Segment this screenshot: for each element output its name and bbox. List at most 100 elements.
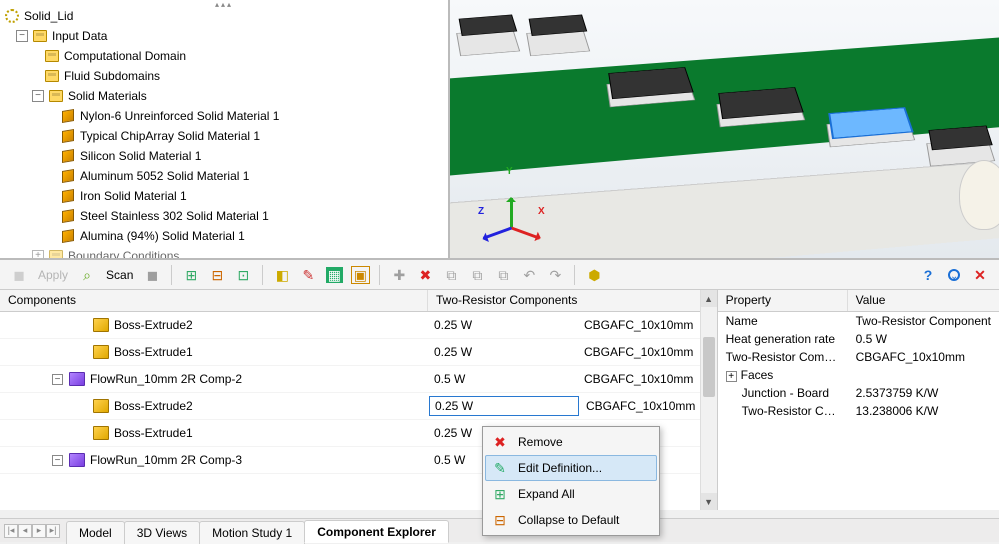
- power-cell[interactable]: 0.25 W: [428, 318, 578, 332]
- property-row[interactable]: Junction - Board2.5373759 K/W: [718, 384, 999, 402]
- tree-tool-1[interactable]: ⊞: [180, 264, 202, 286]
- filter-2[interactable]: ✎: [297, 264, 319, 286]
- tree-item-computational-domain[interactable]: Computational Domain: [4, 46, 444, 66]
- tree-label: Aluminum 5052 Solid Material 1: [80, 169, 249, 183]
- tree-item-solid-materials[interactable]: − Solid Materials: [4, 86, 444, 106]
- tree-item-material[interactable]: Aluminum 5052 Solid Material 1: [4, 166, 444, 186]
- tab-3d-views[interactable]: 3D Views: [124, 521, 200, 544]
- tree-item-material[interactable]: Alumina (94%) Solid Material 1: [4, 226, 444, 246]
- component-type-cell[interactable]: CBGAFC_10x10mm: [580, 399, 717, 413]
- tree-item-material[interactable]: Steel Stainless 302 Solid Material 1: [4, 206, 444, 226]
- property-row[interactable]: NameTwo-Resistor Component: [718, 312, 999, 330]
- chip-component[interactable]: [530, 10, 585, 40]
- package-button[interactable]: ⬢: [583, 264, 605, 286]
- ctx-collapse-default[interactable]: ⊟ Collapse to Default: [485, 507, 657, 533]
- help-button[interactable]: ?: [917, 264, 939, 286]
- chip-component[interactable]: [930, 120, 990, 155]
- delete-button[interactable]: ✖: [414, 264, 436, 286]
- chip-component[interactable]: [610, 60, 690, 105]
- vertical-scrollbar[interactable]: ▲ ▼: [700, 290, 717, 510]
- property-row[interactable]: Heat generation rate0.5 W: [718, 330, 999, 348]
- collapse-panel-button[interactable]: ⌄: [943, 264, 965, 286]
- feature-tree[interactable]: Solid_Lid − Input Data Computational Dom…: [0, 0, 448, 258]
- filter-3[interactable]: ▦: [323, 264, 345, 286]
- tree-tool-3[interactable]: ⊡: [232, 264, 254, 286]
- property-row[interactable]: Two-Resistor ComponentCBGAFC_10x10mm: [718, 348, 999, 366]
- table-row[interactable]: Boss-Extrude20.25 WCBGAFC_10x10mm: [0, 312, 717, 339]
- tree-tool-2[interactable]: ⊟: [206, 264, 228, 286]
- col-property[interactable]: Property: [718, 290, 848, 311]
- tab-model[interactable]: Model: [66, 521, 125, 544]
- 3d-viewport[interactable]: Y X Z: [450, 0, 999, 258]
- property-row[interactable]: Two-Resistor Compone13.238006 K/W: [718, 402, 999, 420]
- scan-button[interactable]: Scan: [102, 268, 137, 282]
- extrude-icon: [93, 426, 109, 440]
- filter-1[interactable]: ◧: [271, 264, 293, 286]
- property-body[interactable]: NameTwo-Resistor ComponentHeat generatio…: [718, 312, 999, 420]
- ctx-expand-all[interactable]: ⊞ Expand All: [485, 481, 657, 507]
- component-type-cell[interactable]: CBGAFC_10x10mm: [578, 372, 717, 386]
- expander-icon[interactable]: +: [726, 371, 737, 382]
- property-value[interactable]: Two-Resistor Component: [848, 313, 999, 329]
- tab-last-icon[interactable]: ▸|: [46, 524, 60, 538]
- table-row[interactable]: −FlowRun_10mm 2R Comp-20.5 WCBGAFC_10x10…: [0, 366, 717, 393]
- ctx-remove[interactable]: ✖ Remove: [485, 429, 657, 455]
- component-type-cell[interactable]: CBGAFC_10x10mm: [578, 345, 717, 359]
- row-toggle: [76, 347, 87, 358]
- tab-component-explorer[interactable]: Component Explorer: [304, 520, 449, 543]
- property-value[interactable]: [848, 374, 999, 376]
- row-toggle[interactable]: −: [52, 374, 63, 385]
- tree-item-input-data[interactable]: − Input Data: [4, 26, 444, 46]
- separator: [262, 265, 263, 285]
- close-panel-button[interactable]: ✕: [969, 264, 991, 286]
- power-cell[interactable]: 0.5 W: [428, 372, 578, 386]
- chip-component[interactable]: [460, 10, 515, 40]
- scroll-up-icon[interactable]: ▲: [701, 290, 717, 307]
- chip-component[interactable]: [720, 80, 800, 125]
- tree-item-boundary[interactable]: + Boundary Conditions: [4, 246, 444, 258]
- tree-item-root[interactable]: Solid_Lid: [4, 6, 444, 26]
- tree-item-material[interactable]: Silicon Solid Material 1: [4, 146, 444, 166]
- ctx-edit-definition[interactable]: ✎ Edit Definition...: [485, 455, 657, 481]
- row-toggle[interactable]: −: [52, 455, 63, 466]
- tree-item-fluid-subdomains[interactable]: Fluid Subdomains: [4, 66, 444, 86]
- cube-icon: [60, 128, 76, 144]
- tree-label: Solid Materials: [68, 89, 147, 103]
- col-components[interactable]: Components: [0, 290, 428, 311]
- tree-toggle[interactable]: −: [16, 30, 28, 42]
- filter-4[interactable]: ▣: [349, 264, 371, 286]
- tree-item-material[interactable]: Iron Solid Material 1: [4, 186, 444, 206]
- scroll-track[interactable]: [701, 307, 717, 493]
- property-value[interactable]: 13.238006 K/W: [848, 403, 999, 419]
- axis-triad[interactable]: Y X Z: [480, 168, 540, 228]
- panel-drag-handle[interactable]: ▴▴▴: [215, 0, 233, 9]
- tab-prev-icon[interactable]: ◂: [18, 524, 32, 538]
- tab-next-icon[interactable]: ▸: [32, 524, 46, 538]
- property-value[interactable]: 0.5 W: [848, 331, 999, 347]
- tree-label: Steel Stainless 302 Solid Material 1: [80, 209, 269, 223]
- tree-item-material[interactable]: Typical ChipArray Solid Material 1: [4, 126, 444, 146]
- power-cell[interactable]: 0.25 W: [429, 396, 579, 416]
- grid-header: Components Two-Resistor Components: [0, 290, 717, 312]
- tree-toggle[interactable]: −: [32, 90, 44, 102]
- tab-first-icon[interactable]: |◂: [4, 524, 18, 538]
- property-panel: Property Value NameTwo-Resistor Componen…: [718, 290, 999, 510]
- component-type-cell[interactable]: CBGAFC_10x10mm: [578, 318, 717, 332]
- scan-icon[interactable]: ⌕: [76, 264, 98, 286]
- chip-component-selected[interactable]: [830, 100, 910, 145]
- power-cell[interactable]: 0.25 W: [428, 345, 578, 359]
- property-row[interactable]: +Faces: [718, 366, 999, 384]
- mouse-object[interactable]: [959, 160, 999, 230]
- col-value[interactable]: Value: [848, 290, 999, 311]
- scroll-thumb[interactable]: [703, 337, 715, 397]
- tree-toggle[interactable]: +: [32, 250, 44, 258]
- table-row[interactable]: Boss-Extrude10.25 WCBGAFC_10x10mm: [0, 339, 717, 366]
- context-menu: ✖ Remove ✎ Edit Definition... ⊞ Expand A…: [482, 426, 660, 536]
- property-value[interactable]: 2.5373759 K/W: [848, 385, 999, 401]
- tab-motion-study[interactable]: Motion Study 1: [199, 521, 305, 544]
- table-row[interactable]: Boss-Extrude20.25 WCBGAFC_10x10mm: [0, 393, 717, 420]
- scroll-down-icon[interactable]: ▼: [701, 493, 717, 510]
- col-two-resistor[interactable]: Two-Resistor Components: [428, 290, 717, 311]
- property-value[interactable]: CBGAFC_10x10mm: [848, 349, 999, 365]
- tree-item-material[interactable]: Nylon-6 Unreinforced Solid Material 1: [4, 106, 444, 126]
